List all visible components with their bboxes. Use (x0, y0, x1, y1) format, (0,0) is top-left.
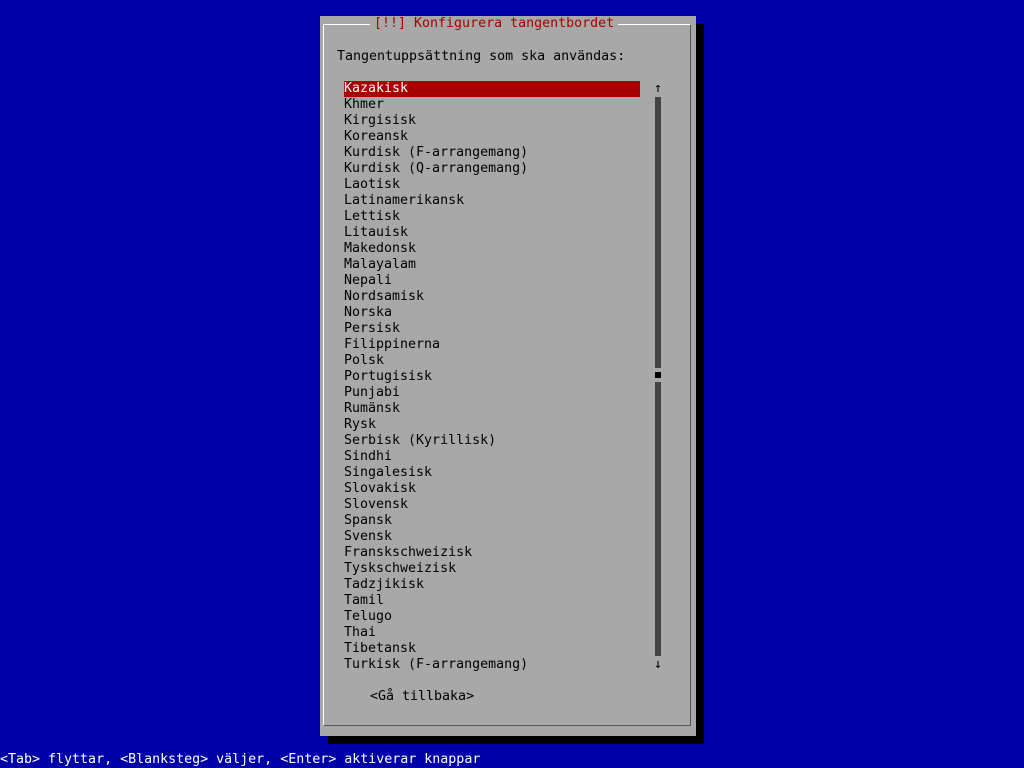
layout-option[interactable]: Turkisk (F-arrangemang) (344, 657, 664, 673)
layout-option[interactable]: Kurdisk (Q-arrangemang) (344, 161, 664, 177)
go-back-button[interactable]: <Gå tillbaka> (368, 689, 476, 705)
installer-screen: [!!] Konfigurera tangentbordet Tangentup… (0, 0, 1024, 768)
layout-option[interactable]: Nordsamisk (344, 289, 664, 305)
layout-option[interactable]: Franskschweizisk (344, 545, 664, 561)
layout-option[interactable]: Rumänsk (344, 401, 664, 417)
layout-option[interactable]: Persisk (344, 321, 664, 337)
layout-option[interactable]: Sindhi (344, 449, 664, 465)
layout-option[interactable]: Thai (344, 625, 664, 641)
layout-option[interactable]: Rysk (344, 417, 664, 433)
layout-option[interactable]: Kazakisk (344, 81, 640, 97)
layout-option[interactable]: Latinamerikansk (344, 193, 664, 209)
list-scrollbar[interactable]: ↑ ↓ (654, 81, 662, 673)
layout-option[interactable]: Malayalam (344, 257, 664, 273)
layout-option[interactable]: Norska (344, 305, 664, 321)
layout-option[interactable]: Singalesisk (344, 465, 664, 481)
layout-option[interactable]: Makedonsk (344, 241, 664, 257)
layout-option[interactable]: Portugisisk (344, 369, 664, 385)
layout-option[interactable]: Punjabi (344, 385, 664, 401)
layout-option[interactable]: Tamil (344, 593, 664, 609)
keyboard-config-dialog: [!!] Konfigurera tangentbordet Tangentup… (320, 16, 696, 736)
layout-option[interactable]: Filippinerna (344, 337, 664, 353)
layout-option[interactable]: Telugo (344, 609, 664, 625)
layout-option[interactable]: Tyskschweizisk (344, 561, 664, 577)
layout-option[interactable]: Tibetansk (344, 641, 664, 657)
layout-option[interactable]: Kirgisisk (344, 113, 664, 129)
status-bar: <Tab> flyttar, <Blanksteg> väljer, <Ente… (0, 752, 1024, 768)
layout-option[interactable]: Spansk (344, 513, 664, 529)
dialog-title: [!!] Konfigurera tangentbordet (370, 16, 619, 32)
scroll-track-upper (655, 97, 661, 368)
layout-option[interactable]: Tadzjikisk (344, 577, 664, 593)
layout-option[interactable]: Kurdisk (F-arrangemang) (344, 145, 664, 161)
scroll-up-icon[interactable]: ↑ (652, 81, 664, 97)
layout-option[interactable]: Litauisk (344, 225, 664, 241)
layout-option[interactable]: Polsk (344, 353, 664, 369)
layout-option[interactable]: Khmer (344, 97, 664, 113)
dialog-title-text: [!!] Konfigurera tangentbordet (374, 16, 615, 31)
layout-option[interactable]: Nepali (344, 273, 664, 289)
layout-option[interactable]: Svensk (344, 529, 664, 545)
scroll-thumb[interactable] (655, 372, 661, 378)
layout-option[interactable]: Lettisk (344, 209, 664, 225)
layout-option[interactable]: Slovakisk (344, 481, 664, 497)
layout-option[interactable]: Serbisk (Kyrillisk) (344, 433, 664, 449)
layout-option[interactable]: Koreansk (344, 129, 664, 145)
scroll-track-lower (655, 382, 661, 656)
layout-listbox[interactable]: Kazakisk Khmer Kirgisisk Koreansk Kurdisk (F… (344, 81, 664, 673)
layout-prompt: Tangentuppsättning som ska användas: (337, 49, 626, 64)
layout-option[interactable]: Slovensk (344, 497, 664, 513)
scroll-down-icon[interactable]: ↓ (652, 657, 664, 673)
layout-option[interactable]: Laotisk (344, 177, 664, 193)
